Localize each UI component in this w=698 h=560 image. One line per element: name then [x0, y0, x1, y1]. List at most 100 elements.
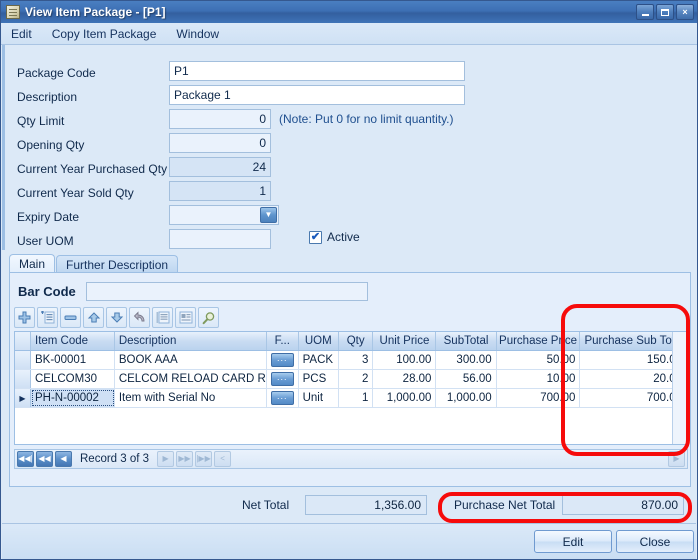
delete-row-button[interactable] — [60, 307, 81, 328]
column-header-qty[interactable]: Qty — [339, 332, 374, 350]
cell-item-code[interactable]: PH-N-00002 — [31, 389, 115, 407]
scroll-right-button[interactable]: ▶ — [668, 451, 685, 467]
last-record-button[interactable]: |▶▶ — [195, 451, 213, 467]
search-button[interactable] — [198, 307, 219, 328]
table-row[interactable]: BK-00001 BOOK AAA ... PACK 3 100.00 300.… — [15, 351, 687, 370]
field-cy-purchased-label-wrap: Current Year Purchased Qty — [17, 159, 167, 179]
cancel-edit-button[interactable]: < — [214, 451, 232, 467]
tab-main[interactable]: Main — [9, 254, 56, 273]
cell-description[interactable]: CELCOM RELOAD CARD RM30 — [115, 370, 267, 388]
arrow-down-icon — [110, 312, 123, 323]
qty-limit-input[interactable]: 0 — [169, 109, 271, 129]
cell-qty[interactable]: 2 — [339, 370, 374, 388]
barcode-row: Bar Code — [18, 282, 368, 301]
column-header-uom[interactable]: UOM — [299, 332, 339, 350]
cell-item-code[interactable]: CELCOM30 — [31, 370, 115, 388]
cell-qty[interactable]: 1 — [339, 389, 374, 407]
indent-list-button[interactable] — [152, 307, 173, 328]
maximize-button[interactable] — [656, 4, 674, 20]
description-label: Description — [17, 90, 78, 104]
field-package-code-label-wrap: Package Code — [17, 63, 96, 83]
field-expiry-date-label-wrap: Expiry Date — [17, 207, 79, 227]
cell-f[interactable]: ... — [267, 370, 299, 388]
cell-unit-price[interactable]: 1,000.00 — [373, 389, 437, 407]
active-label: Active — [327, 230, 360, 244]
column-header-unit-price[interactable]: Unit Price — [373, 332, 437, 350]
ellipsis-button[interactable]: ... — [270, 391, 294, 405]
ellipsis-button[interactable]: ... — [270, 353, 294, 367]
next-page-button[interactable]: ▶▶ — [176, 451, 194, 467]
cell-subtotal[interactable]: 56.00 — [436, 370, 497, 388]
cell-subtotal[interactable]: 300.00 — [436, 351, 497, 369]
qty-limit-label: Qty Limit — [17, 114, 65, 128]
cell-purchase-price[interactable]: 10.00 — [497, 370, 581, 388]
next-record-button[interactable]: ▶ — [157, 451, 175, 467]
cell-description[interactable]: BOOK AAA — [115, 351, 267, 369]
title-bar: View Item Package - [P1] × — [1, 1, 697, 23]
minimize-icon — [641, 13, 649, 16]
close-button-footer[interactable]: Close — [616, 530, 694, 553]
column-header-purchase-price[interactable]: Purchase Price — [497, 332, 581, 350]
cell-f[interactable]: ... — [267, 351, 299, 369]
active-checkbox[interactable]: ✔ — [309, 230, 322, 244]
cell-qty[interactable]: 3 — [339, 351, 374, 369]
row-marker — [15, 351, 31, 369]
undo-button[interactable] — [129, 307, 150, 328]
barcode-input[interactable] — [85, 282, 368, 301]
add-row-button[interactable] — [14, 307, 35, 328]
prev-page-button[interactable]: ◀◀ — [36, 451, 53, 467]
cell-uom[interactable]: PACK — [299, 351, 339, 369]
package-code-input[interactable]: P1 — [169, 61, 465, 81]
cell-unit-price[interactable]: 100.00 — [373, 351, 437, 369]
description-input[interactable]: Package 1 — [169, 85, 465, 105]
user-uom-input[interactable] — [169, 229, 271, 249]
close-button[interactable]: × — [676, 4, 694, 20]
prev-record-button[interactable]: ◀ — [55, 451, 72, 467]
tab-further-description[interactable]: Further Description — [56, 255, 179, 273]
row-marker — [15, 370, 31, 388]
column-header-item-code[interactable]: Item Code — [31, 332, 115, 350]
menu-window[interactable]: Window — [174, 25, 221, 43]
cell-unit-price[interactable]: 28.00 — [373, 370, 437, 388]
move-up-button[interactable] — [83, 307, 104, 328]
field-opening-qty-label-wrap: Opening Qty — [17, 135, 84, 155]
list-view-button[interactable] — [175, 307, 196, 328]
arrow-up-icon — [87, 312, 100, 323]
cell-item-code[interactable]: BK-00001 — [31, 351, 115, 369]
expiry-date-label: Expiry Date — [17, 210, 80, 224]
menu-edit[interactable]: Edit — [9, 25, 34, 43]
list-icon — [179, 311, 192, 324]
items-grid[interactable]: Item Code Description F... UOM Qty Unit … — [14, 331, 688, 445]
cell-description[interactable]: Item with Serial No — [115, 389, 267, 407]
cell-f[interactable]: ... — [267, 389, 299, 407]
column-header-f[interactable]: F... — [267, 332, 299, 350]
first-record-button[interactable]: ◀◀| — [17, 451, 34, 467]
column-header-description[interactable]: Description — [115, 332, 267, 350]
current-year-purchased-qty-value: 24 — [169, 157, 271, 177]
edit-button[interactable]: Edit — [534, 530, 612, 553]
minimize-button[interactable] — [636, 4, 654, 20]
form-panel: Package Code P1 Description Package 1 Qt… — [2, 45, 696, 250]
table-row[interactable]: CELCOM30 CELCOM RELOAD CARD RM30 ... PCS… — [15, 370, 687, 389]
field-description-label-wrap: Description — [17, 87, 77, 107]
maximize-icon — [661, 8, 669, 16]
chevron-down-icon[interactable]: ▼ — [260, 207, 277, 223]
cell-subtotal[interactable]: 1,000.00 — [436, 389, 497, 407]
table-row[interactable]: ▶ PH-N-00002 Item with Serial No ... Uni… — [15, 389, 687, 408]
application-window: View Item Package - [P1] × Edit Copy Ite… — [0, 0, 698, 560]
move-down-button[interactable] — [106, 307, 127, 328]
active-checkbox-wrap[interactable]: ✔ Active — [309, 230, 360, 244]
insert-row-button[interactable] — [37, 307, 58, 328]
grid-vertical-scrollbar[interactable] — [672, 332, 687, 444]
opening-qty-input[interactable]: 0 — [169, 133, 271, 153]
menu-copy-item-package[interactable]: Copy Item Package — [50, 25, 159, 43]
tab-strip: Main Further Description — [9, 254, 691, 273]
cell-uom[interactable]: Unit — [299, 389, 339, 407]
column-header-subtotal[interactable]: SubTotal — [436, 332, 497, 350]
cell-uom[interactable]: PCS — [299, 370, 339, 388]
purchase-net-total-label: Purchase Net Total — [454, 498, 556, 512]
expiry-date-combo[interactable]: ▼ — [169, 205, 279, 225]
cell-purchase-price[interactable]: 700.00 — [497, 389, 581, 407]
ellipsis-button[interactable]: ... — [270, 372, 294, 386]
cell-purchase-price[interactable]: 50.00 — [497, 351, 581, 369]
